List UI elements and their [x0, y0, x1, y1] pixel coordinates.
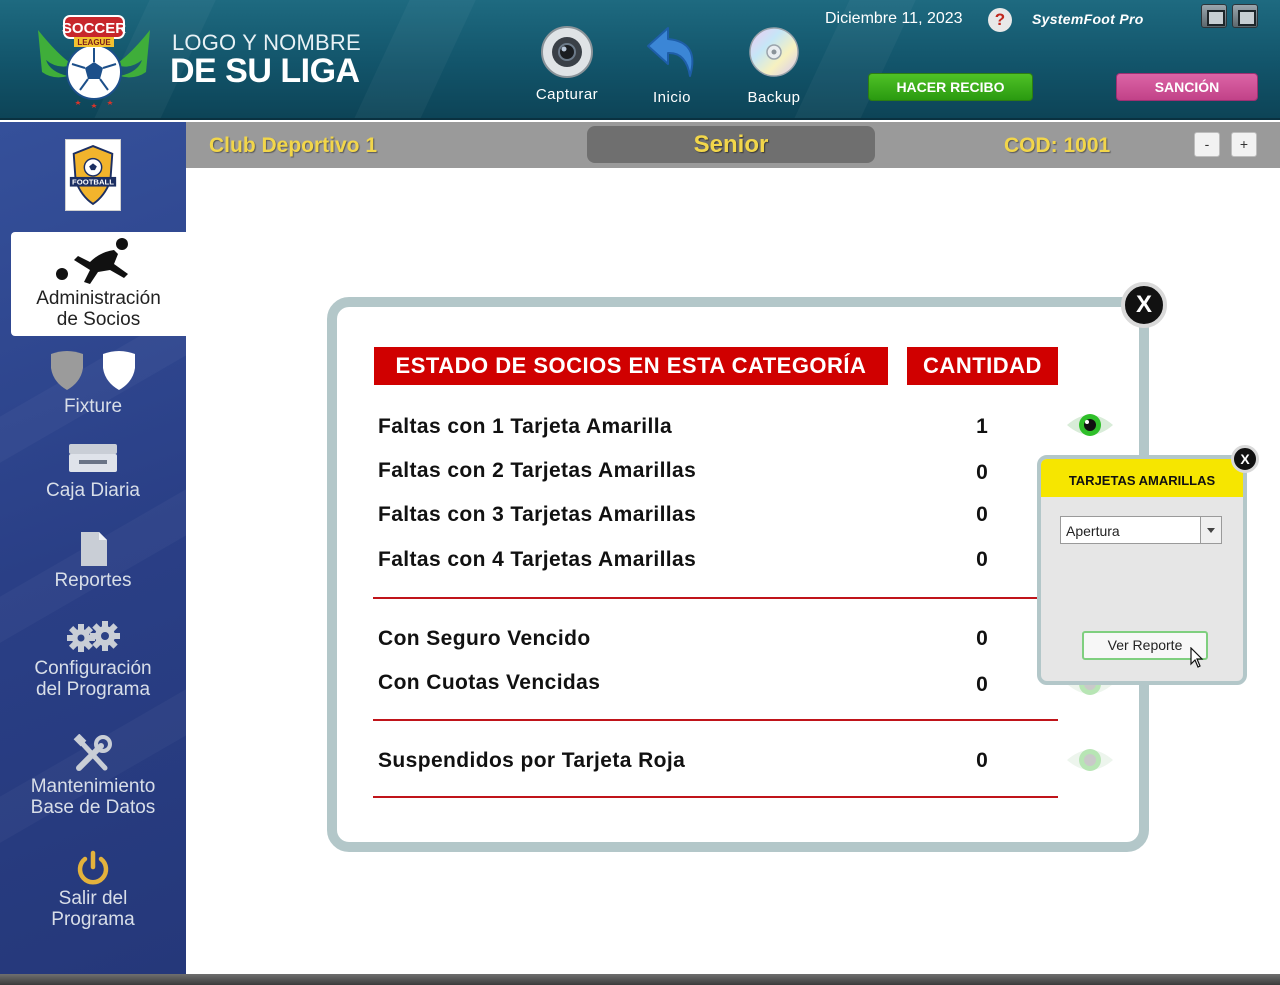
app-header: SOCCER LEAGUE LOGO Y NOMBRE DE SU LIGA C…: [0, 0, 1280, 120]
row-label-2-amarillas: Faltas con 2 Tarjetas Amarillas: [378, 459, 697, 482]
disc-icon: [749, 27, 799, 77]
row-count-3-amarillas: 0: [976, 503, 988, 526]
row-count-seguro-vencido: 0: [976, 627, 988, 650]
back-arrow-icon: [647, 27, 694, 77]
divider: [373, 597, 1058, 599]
chevron-down-icon[interactable]: [1200, 517, 1221, 543]
nav-reportes[interactable]: Reportes: [0, 530, 186, 591]
maximize-window-button[interactable]: [1232, 4, 1258, 28]
nav-label-salir-del: Salir del: [58, 888, 128, 909]
panel-close-button[interactable]: X: [1121, 282, 1167, 328]
player-kick-icon: [55, 238, 128, 284]
zoom-in-button[interactable]: +: [1231, 132, 1257, 157]
row-label-3-amarillas: Faltas con 3 Tarjetas Amarillas: [378, 503, 697, 526]
club-code: COD: 1001: [1004, 134, 1111, 157]
row-count-4-amarillas: 0: [976, 548, 988, 571]
nav-label-reportes: Reportes: [54, 570, 132, 591]
club-logo-text: FOOTBALL: [72, 178, 114, 187]
category-selector[interactable]: Senior: [587, 126, 875, 163]
nav-label-administracion: Administración: [36, 288, 161, 309]
backup-label: Backup: [747, 89, 801, 106]
divider: [373, 719, 1058, 721]
logo-text-ribbon: LEAGUE: [77, 38, 111, 47]
home-label: Inicio: [652, 89, 692, 106]
eye-icon[interactable]: [1065, 409, 1115, 441]
row-count-cuotas-vencidas: 0: [976, 673, 988, 696]
league-logo: SOCCER LEAGUE: [38, 15, 150, 108]
count-header: CANTIDAD: [907, 347, 1058, 385]
nav-label-fixture: Fixture: [63, 396, 123, 417]
row-label-cuotas-vencidas: Con Cuotas Vencidas: [378, 671, 601, 694]
capture-button[interactable]: Capturar: [524, 24, 610, 103]
nav-mantenimiento[interactable]: Mantenimiento Base de Datos: [0, 734, 186, 818]
nav-administracion-socios[interactable]: Administración de Socios: [11, 232, 186, 336]
club-logo[interactable]: FOOTBALL: [65, 139, 121, 211]
cash-drawer-icon: [69, 444, 117, 472]
popup-title: TARJETAS AMARILLAS: [1041, 459, 1243, 497]
row-label-seguro-vencido: Con Seguro Vencido: [378, 627, 591, 650]
nav-configuracion[interactable]: Configuración del Programa: [0, 620, 186, 700]
period-select[interactable]: Apertura: [1060, 516, 1222, 544]
league-name-line2: DE SU LIGA: [170, 52, 360, 90]
row-count-1-amarilla: 1: [976, 415, 988, 438]
sidebar: FOOTBALL Administración de Socios Fixtur…: [0, 122, 186, 974]
tools-icon: [73, 734, 112, 771]
home-button[interactable]: Inicio: [629, 24, 715, 106]
row-label-4-amarillas: Faltas con 4 Tarjetas Amarillas: [378, 548, 697, 571]
power-icon: [77, 850, 109, 885]
nav-label-de-socios: de Socios: [56, 309, 141, 330]
row-count-tarjeta-roja: 0: [976, 749, 988, 772]
row-label-tarjeta-roja: Suspendidos por Tarjeta Roja: [378, 749, 686, 772]
nav-label-configuracion: Configuración: [34, 658, 152, 679]
help-icon[interactable]: ?: [988, 8, 1012, 32]
divider: [373, 796, 1058, 798]
nav-label-del-programa: del Programa: [35, 679, 151, 700]
club-bar: Club Deportivo 1 Senior COD: 1001 - +: [186, 122, 1280, 168]
bottom-bar: [0, 974, 1280, 985]
period-select-value: Apertura: [1066, 523, 1120, 539]
brand-name: SystemFoot Pro: [1032, 11, 1144, 27]
document-icon: [81, 532, 107, 566]
minimize-window-button[interactable]: [1201, 4, 1227, 28]
hacer-recibo-button[interactable]: HACER RECIBO: [868, 73, 1033, 101]
capture-label: Capturar: [535, 86, 599, 103]
zoom-out-button[interactable]: -: [1194, 132, 1220, 157]
eye-icon-faded[interactable]: [1065, 744, 1115, 776]
nav-label-caja-diaria: Caja Diaria: [46, 480, 140, 501]
logo-text-top: SOCCER: [62, 20, 126, 37]
nav-label-programa: Programa: [51, 909, 135, 930]
row-label-1-amarilla: Faltas con 1 Tarjeta Amarilla: [378, 415, 673, 438]
sancion-button[interactable]: SANCIÓN: [1116, 73, 1258, 101]
club-name: Club Deportivo 1: [209, 134, 378, 157]
camera-icon: [541, 26, 593, 78]
status-header: ESTADO DE SOCIOS EN ESTA CATEGORÍA: [374, 347, 888, 385]
nav-label-mantenimiento: Mantenimiento: [30, 776, 156, 797]
nav-label-base-de-datos: Base de Datos: [30, 797, 156, 818]
category-label: Senior: [693, 131, 769, 158]
popup-close-button[interactable]: X: [1231, 445, 1259, 473]
backup-button[interactable]: Backup: [731, 24, 817, 106]
nav-salir[interactable]: Salir del Programa: [0, 850, 186, 930]
shields-icon: [51, 351, 135, 390]
cursor-icon: [1190, 647, 1204, 668]
tarjetas-popup: TARJETAS AMARILLAS Apertura Ver Reporte: [1037, 455, 1247, 685]
current-date: Diciembre 11, 2023: [825, 10, 963, 27]
nav-caja-diaria[interactable]: Caja Diaria: [0, 440, 186, 501]
row-count-2-amarillas: 0: [976, 461, 988, 484]
nav-fixture[interactable]: Fixture: [0, 348, 186, 417]
gears-icon: [67, 621, 120, 652]
